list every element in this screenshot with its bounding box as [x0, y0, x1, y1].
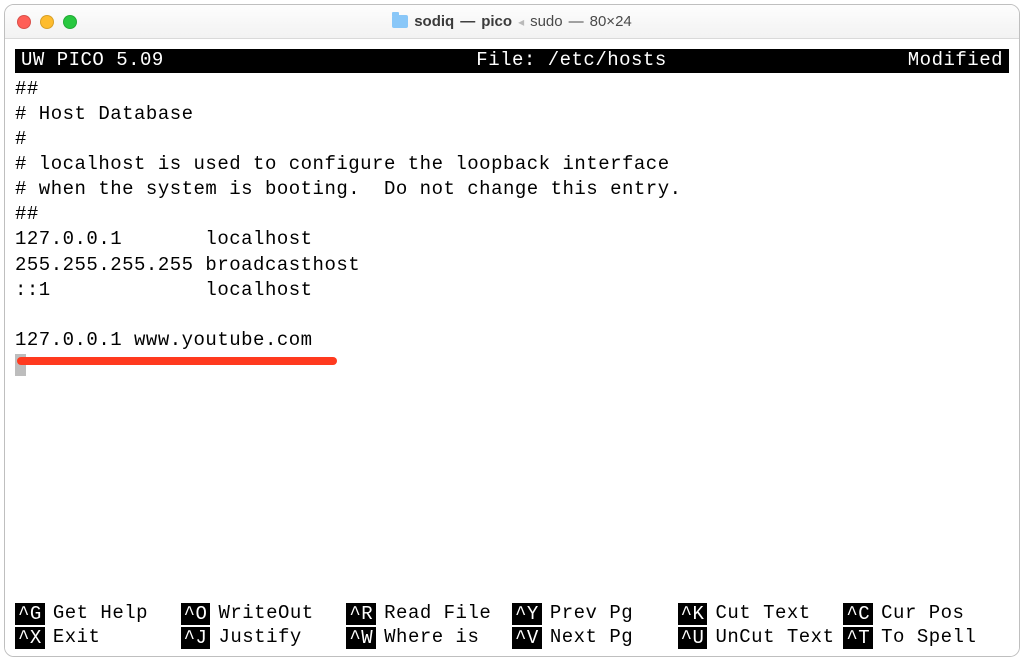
shortcut-key: ^C	[843, 603, 873, 625]
traffic-lights	[17, 15, 77, 29]
shortcut-label: To Spell	[881, 626, 976, 650]
shortcut-item: ^U UnCut Text	[678, 626, 844, 650]
shortcut-item: ^V Next Pg	[512, 626, 678, 650]
shortcut-key: ^G	[15, 603, 45, 625]
modified-indicator: Modified	[908, 48, 1003, 73]
shortcut-item: ^J Justify	[181, 626, 347, 650]
shortcut-item: ^T To Spell	[843, 626, 1009, 650]
editor-name-version: UW PICO 5.09	[21, 48, 164, 73]
shortcut-item: ^W Where is	[346, 626, 512, 650]
file-text: ## # Host Database # # localhost is used…	[15, 78, 682, 351]
shortcut-key: ^K	[678, 603, 708, 625]
minimize-icon[interactable]	[40, 15, 54, 29]
editor-status-bar: UW PICO 5.09 File: /etc/hosts Modified	[15, 49, 1009, 73]
shortcut-label: Get Help	[53, 602, 148, 626]
terminal-window: sodiq — pico ◂ sudo — 80×24 UW PICO 5.09…	[4, 4, 1020, 657]
shortcut-key: ^X	[15, 627, 45, 649]
shortcut-label: UnCut Text	[715, 626, 834, 650]
shortcut-item: ^O WriteOut	[181, 602, 347, 626]
shortcut-key: ^V	[512, 627, 542, 649]
shortcut-label: Prev Pg	[550, 602, 633, 626]
shortcut-label: Next Pg	[550, 626, 633, 650]
highlight-annotation	[17, 357, 337, 365]
shortcut-label: Justify	[218, 626, 301, 650]
shortcut-label: Where is	[384, 626, 479, 650]
terminal-body[interactable]: UW PICO 5.09 File: /etc/hosts Modified #…	[5, 39, 1019, 656]
shortcut-key: ^J	[181, 627, 211, 649]
shortcut-item: ^R Read File	[346, 602, 512, 626]
editor-content[interactable]: ## # Host Database # # localhost is used…	[15, 73, 1009, 602]
shortcut-label: Cut Text	[715, 602, 810, 626]
close-icon[interactable]	[17, 15, 31, 29]
shortcut-key: ^T	[843, 627, 873, 649]
file-label: File:	[476, 49, 536, 71]
maximize-icon[interactable]	[63, 15, 77, 29]
shortcut-item: ^G Get Help	[15, 602, 181, 626]
shortcut-key: ^W	[346, 627, 376, 649]
shortcut-item: ^Y Prev Pg	[512, 602, 678, 626]
shortcut-key: ^O	[181, 603, 211, 625]
shortcut-item: ^C Cur Pos	[843, 602, 1009, 626]
file-path: /etc/hosts	[548, 49, 667, 71]
shortcut-bar: ^G Get Help ^O WriteOut ^R Read File ^Y Prev Pg…	[15, 602, 1009, 656]
shortcut-label: Read File	[384, 602, 491, 626]
shortcut-key: ^U	[678, 627, 708, 649]
shortcut-label: Cur Pos	[881, 602, 964, 626]
shortcut-label: Exit	[53, 626, 101, 650]
shortcut-key: ^R	[346, 603, 376, 625]
shortcut-item: ^X Exit	[15, 626, 181, 650]
shortcut-label: WriteOut	[218, 602, 313, 626]
shortcut-item: ^K Cut Text	[678, 602, 844, 626]
shortcut-key: ^Y	[512, 603, 542, 625]
